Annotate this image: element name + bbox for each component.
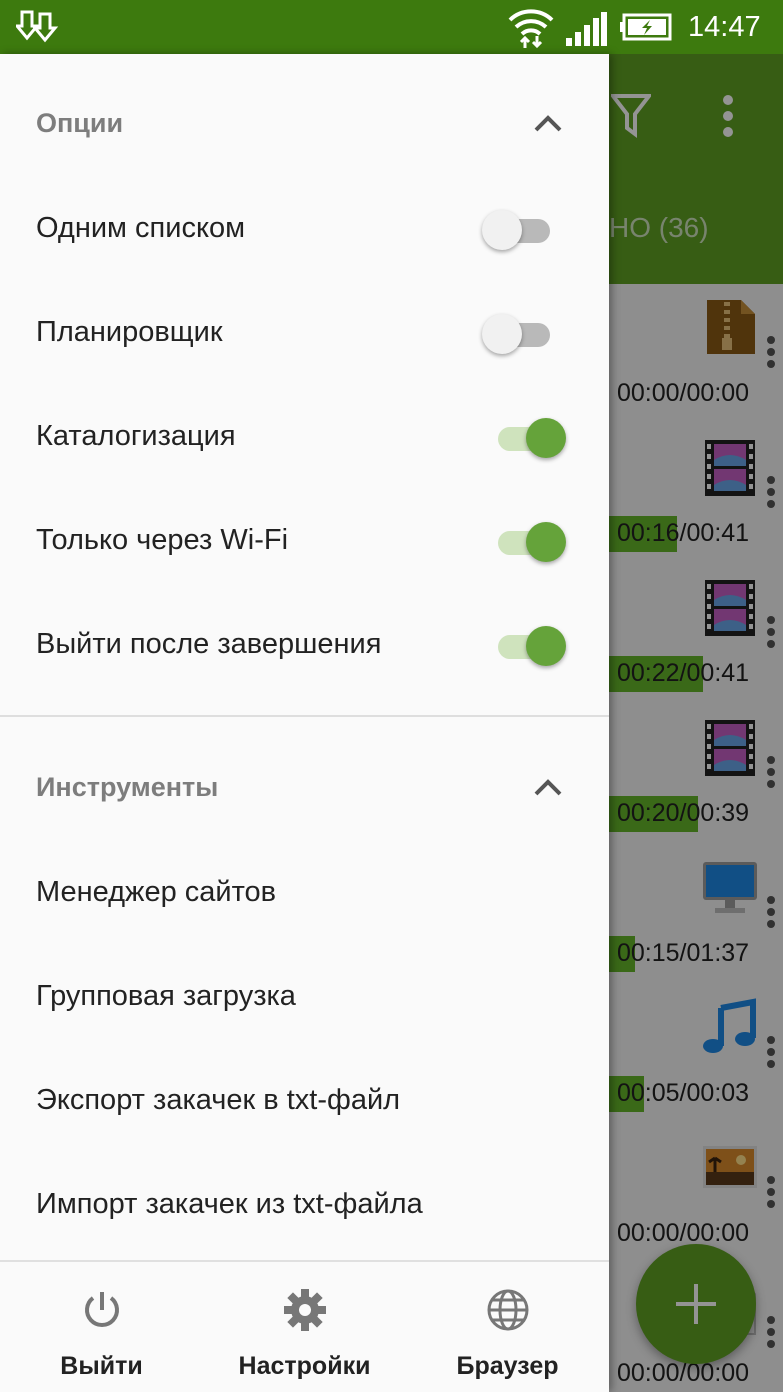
battery-charging-icon <box>620 13 672 41</box>
options-section-header[interactable]: Опции <box>0 74 609 178</box>
drawer-scrim[interactable] <box>609 54 783 1392</box>
wifi-only-switch[interactable] <box>480 520 570 564</box>
clock: 14:47 <box>688 11 761 43</box>
nav-label: Браузер <box>456 1352 559 1380</box>
option-label: Только через Wi-Fi <box>36 524 289 556</box>
section-title-options: Опции <box>36 108 124 138</box>
single-list-switch[interactable] <box>480 208 570 252</box>
browser-button[interactable]: Браузер <box>406 1262 609 1392</box>
nav-label: Выйти <box>60 1352 143 1380</box>
option-label: Планировщик <box>36 316 223 348</box>
chevron-up-icon[interactable] <box>532 776 564 800</box>
tools-section-header[interactable]: Инструменты <box>0 738 609 842</box>
chevron-up-icon[interactable] <box>532 112 564 136</box>
scheduler-switch[interactable] <box>480 312 570 356</box>
option-label: Одним списком <box>36 212 246 244</box>
status-bar: 14:47 <box>0 0 783 54</box>
section-divider <box>0 715 609 717</box>
power-icon <box>85 1292 119 1327</box>
section-title-tools: Инструменты <box>36 772 219 802</box>
gear-icon <box>284 1289 326 1331</box>
option-single-list[interactable]: Одним списком <box>0 178 609 282</box>
download-notification-icon <box>16 10 59 43</box>
wifi-icon <box>508 9 554 49</box>
exit-button[interactable]: Выйти <box>0 1262 203 1392</box>
option-scheduler[interactable]: Планировщик <box>0 282 609 386</box>
tool-import-txt[interactable]: Импорт закачек из txt-файла <box>0 1154 609 1258</box>
option-wifi-only[interactable]: Только через Wi-Fi <box>0 490 609 594</box>
option-label: Каталогизация <box>36 420 236 452</box>
option-cataloging[interactable]: Каталогизация <box>0 386 609 490</box>
tool-site-manager[interactable]: Менеджер сайтов <box>0 842 609 946</box>
globe-icon <box>487 1289 529 1331</box>
option-label: Выйти после завершения <box>36 628 382 660</box>
tool-label: Импорт закачек из txt-файла <box>36 1188 423 1220</box>
tool-label: Групповая загрузка <box>36 980 296 1012</box>
tool-batch-download[interactable]: Групповая загрузка <box>0 946 609 1050</box>
signal-icon <box>566 12 607 46</box>
tool-export-txt[interactable]: Экспорт закачек в txt-файл <box>0 1050 609 1154</box>
drawer-bottom-nav: Выйти Настройки Браузер <box>0 1260 609 1392</box>
settings-button[interactable]: Настройки <box>203 1262 406 1392</box>
exit-after-finish-switch[interactable] <box>480 624 570 668</box>
tool-label: Менеджер сайтов <box>36 876 277 908</box>
navigation-drawer: Опции Одним списком Планировщик Каталоги… <box>0 54 609 1392</box>
option-exit-after-finish[interactable]: Выйти после завершения <box>0 594 609 698</box>
nav-label: Настройки <box>238 1352 371 1380</box>
cataloging-switch[interactable] <box>480 416 570 460</box>
tool-label: Экспорт закачек в txt-файл <box>36 1084 401 1116</box>
